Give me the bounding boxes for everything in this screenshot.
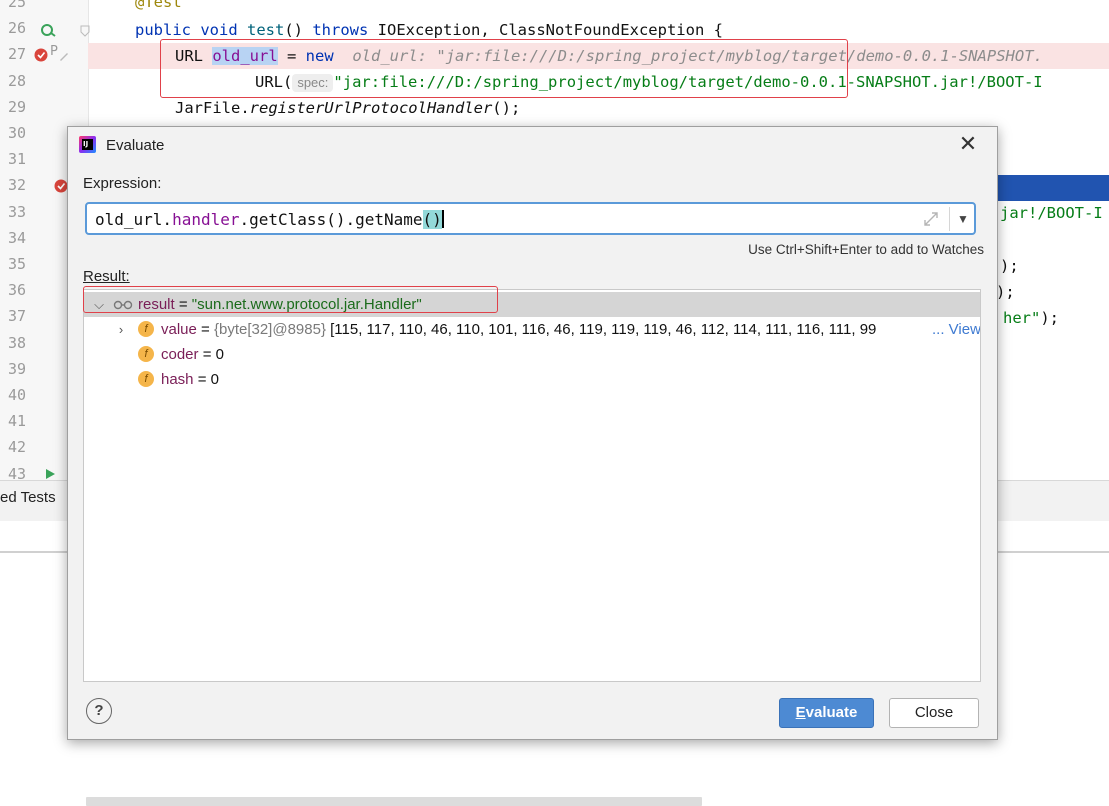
- line-number: 39: [7, 359, 26, 378]
- edit-icon: [60, 53, 68, 61]
- line-number: 31: [7, 150, 26, 169]
- line-number: 41: [7, 412, 26, 431]
- tree-row-coder[interactable]: f coder = 0: [84, 342, 980, 367]
- code-line-36-tail: );: [996, 283, 1015, 301]
- line-number: 34: [7, 228, 26, 247]
- code-line-33-tail: jar!/BOOT-I: [1000, 204, 1103, 222]
- chevron-right-icon[interactable]: ›: [114, 317, 128, 342]
- expression-input[interactable]: old_url.handler.getClass().getName() ▼: [85, 202, 976, 235]
- line-number: 27: [7, 45, 26, 64]
- result-tree[interactable]: ⌵ result = "sun.net.www.protocol.jar.Han…: [83, 289, 981, 806]
- intellij-logo-icon: IJ: [79, 136, 96, 153]
- field-icon: f: [138, 371, 154, 387]
- line-number: 30: [7, 124, 26, 142]
- fold-icon[interactable]: [80, 25, 90, 37]
- line-number: 42: [7, 438, 26, 457]
- dropdown-arrow-icon[interactable]: ▼: [953, 207, 973, 231]
- line-number: 35: [7, 255, 26, 273]
- field-icon: f: [138, 346, 154, 362]
- close-icon[interactable]: ✕: [955, 131, 981, 157]
- code-line-25: @Test: [135, 0, 182, 11]
- expression-label: Expression:: [83, 175, 162, 192]
- horizontal-scrollbar[interactable]: [86, 797, 702, 806]
- run-icon[interactable]: [44, 468, 56, 480]
- line-number: 38: [7, 333, 26, 352]
- line-number: 28: [7, 71, 26, 90]
- line-number: 29: [7, 97, 26, 116]
- result-label: Result:: [83, 268, 130, 285]
- close-button[interactable]: Close: [889, 698, 979, 728]
- watch-hint-text: Use Ctrl+Shift+Enter to add to Watches: [748, 242, 984, 257]
- expression-text[interactable]: old_url.handler.getClass().getName(): [95, 210, 444, 229]
- line-number: 40: [7, 386, 26, 404]
- evaluate-dialog: IJ Evaluate ✕ Expression: old_url.handle…: [67, 126, 998, 806]
- code-line-37-tail: her");: [1003, 309, 1059, 327]
- expand-icon[interactable]: [922, 210, 940, 228]
- highlight-box-result: [83, 286, 498, 313]
- line-number: 32: [7, 176, 26, 195]
- tree-row-hash[interactable]: f hash = 0: [84, 367, 980, 392]
- line-number: 36: [7, 281, 26, 300]
- dropdown-separator: [949, 207, 950, 231]
- evaluate-button[interactable]: Evaluate: [779, 698, 874, 728]
- code-line-35-tail: );: [1000, 257, 1019, 275]
- line-number: 25: [7, 0, 26, 11]
- line-number: 33: [7, 202, 26, 221]
- help-icon[interactable]: ?: [86, 698, 112, 724]
- highlight-box-code: [160, 39, 848, 98]
- step-hint-icon: P: [50, 44, 58, 59]
- tree-row-value[interactable]: › f value = {byte[32]@8985} [115, 117, 1…: [84, 317, 980, 342]
- code-line-29: JarFile.registerUrlProtocolHandler();: [175, 99, 521, 117]
- tests-tab-label[interactable]: ed Tests: [0, 489, 56, 506]
- dialog-title: Evaluate: [106, 137, 165, 154]
- field-icon: f: [138, 321, 154, 337]
- rerun-test-icon[interactable]: [40, 22, 56, 38]
- view-link[interactable]: ... View: [930, 317, 980, 342]
- line-number: 37: [7, 307, 26, 326]
- code-line-26: public void test() throws IOException, C…: [135, 21, 723, 39]
- current-line-highlight: [996, 175, 1109, 201]
- line-number: 26: [7, 19, 26, 38]
- breakpoint-icon[interactable]: [33, 47, 49, 63]
